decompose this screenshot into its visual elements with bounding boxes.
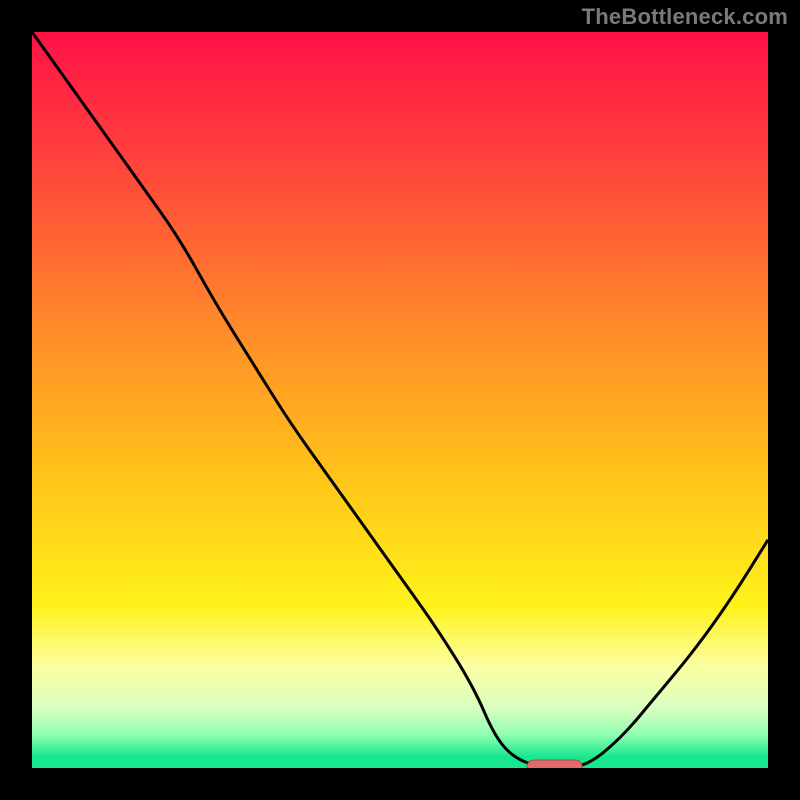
- optimal-point-marker: [527, 760, 582, 768]
- chart-frame: TheBottleneck.com: [0, 0, 800, 800]
- watermark-text: TheBottleneck.com: [582, 4, 788, 30]
- bottleneck-chart: [32, 32, 768, 768]
- gradient-background: [32, 32, 768, 768]
